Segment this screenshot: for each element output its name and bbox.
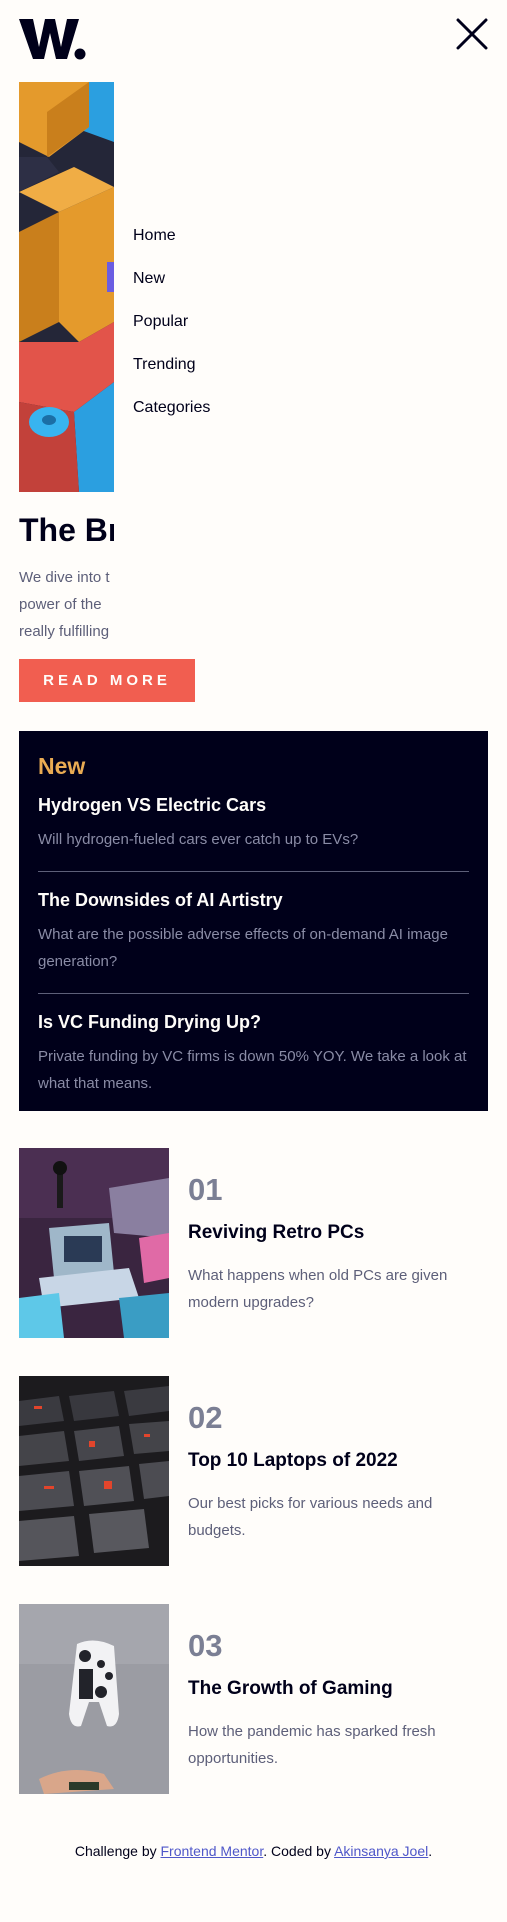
article-number: 02 [188,1400,223,1435]
new-section-heading: New [38,753,86,779]
new-item: Hydrogen VS Electric Cars Will hydrogen-… [38,795,469,872]
new-item-title[interactable]: The Downsides of AI Artistry [38,890,469,911]
article-title[interactable]: The Growth of Gaming [188,1678,393,1700]
article-card: 03 The Growth of Gaming How the pandemic… [19,1604,488,1794]
author-link[interactable]: Akinsanya Joel [334,1843,428,1859]
menu-item-new[interactable]: New [133,269,210,312]
article-desc: Our best picks for various needs and bud… [188,1495,433,1539]
article-card: 01 Reviving Retro PCs What happens when … [19,1148,488,1338]
mobile-menu: Home New Popular Trending Categories [114,82,507,492]
menu-item-categories[interactable]: Categories [133,398,210,441]
hero-text-line: We dive into t [19,569,110,586]
attribution-footer: Challenge by Frontend Mentor. Coded by A… [0,1843,507,1859]
gaming-controller-image [19,1604,169,1794]
hero-text-line: really fulfilling [19,623,110,640]
laptop-keyboard-image [19,1376,169,1566]
footer-middle: . Coded by [263,1843,335,1859]
article-number: 03 [188,1628,223,1663]
new-item-desc: Private funding by VC firms is down 50% … [38,1048,467,1092]
close-menu-icon[interactable] [456,18,488,50]
menu-item-home[interactable]: Home [133,226,210,269]
article-card: 02 Top 10 Laptops of 2022 Our best picks… [19,1376,488,1566]
new-item: Is VC Funding Drying Up? Private funding… [38,994,469,1097]
new-item-desc: Will hydrogen-fueled cars ever catch up … [38,831,359,848]
footer-suffix: . [428,1843,433,1859]
article-title[interactable]: Reviving Retro PCs [188,1222,364,1244]
menu-item-trending[interactable]: Trending [133,355,210,398]
new-item-desc: What are the possible adverse effects of… [38,926,448,970]
menu-item-popular[interactable]: Popular [133,312,210,355]
new-section: New Hydrogen VS Electric Cars Will hydro… [19,731,488,1111]
new-item-title[interactable]: Is VC Funding Drying Up? [38,1012,469,1033]
hero-section: The Br We dive into t power of the reall… [19,82,114,712]
hero-text-line: power of the [19,596,102,613]
article-number: 01 [188,1172,223,1207]
site-header [0,0,507,80]
hero-description: We dive into t power of the really fulfi… [19,564,114,645]
menu-list: Home New Popular Trending Categories [133,226,210,441]
new-item: The Downsides of AI Artistry What are th… [38,872,469,994]
retro-pc-image [19,1148,169,1338]
article-title[interactable]: Top 10 Laptops of 2022 [188,1450,398,1472]
article-desc: How the pandemic has sparked fresh oppor… [188,1723,436,1767]
hero-image [19,82,114,492]
logo-icon[interactable] [19,17,86,61]
frontend-mentor-link[interactable]: Frontend Mentor [161,1843,264,1859]
article-desc: What happens when old PCs are given mode… [188,1267,448,1311]
hero-title: The Br [19,512,114,548]
new-item-title[interactable]: Hydrogen VS Electric Cars [38,795,469,816]
footer-prefix: Challenge by [74,1843,161,1859]
read-more-button[interactable]: READ MORE [19,659,195,702]
